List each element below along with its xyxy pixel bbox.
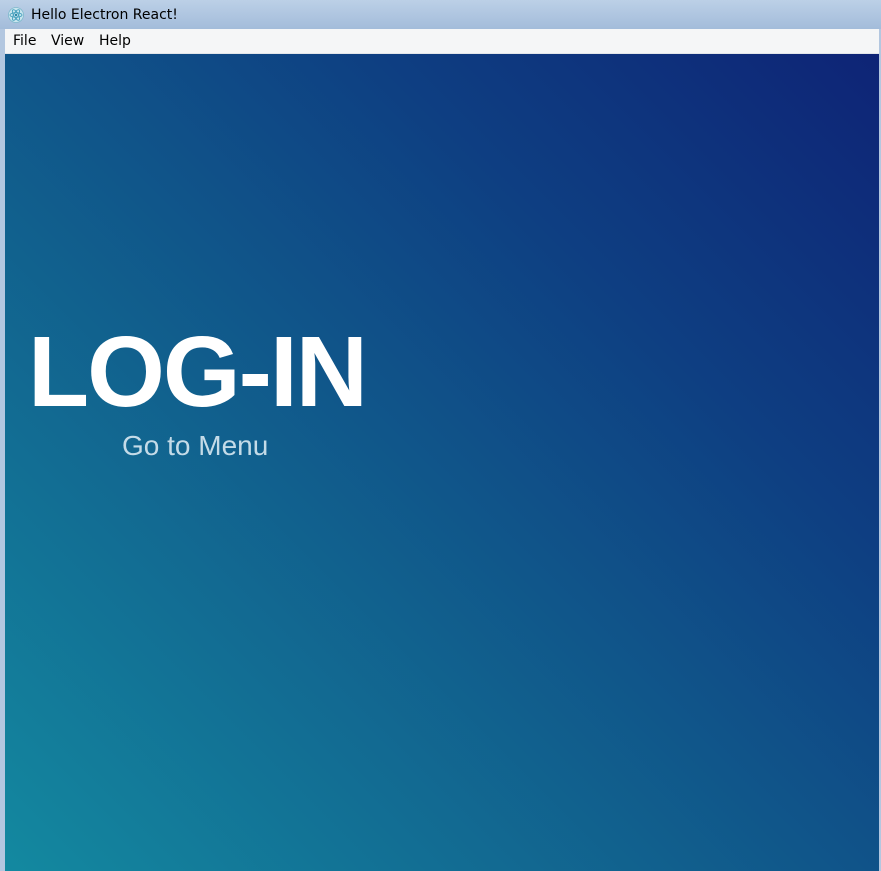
go-to-menu-link[interactable]: Go to Menu — [122, 429, 268, 463]
app-window: Hello Electron React! File View Help LOG… — [0, 0, 881, 871]
menu-bar: File View Help — [5, 29, 879, 54]
electron-atom-icon — [8, 7, 24, 23]
main-content: LOG-IN Go to Menu — [5, 54, 879, 871]
menu-item-file[interactable]: File — [12, 33, 37, 50]
window-title: Hello Electron React! — [31, 7, 178, 23]
menu-item-view[interactable]: View — [50, 33, 85, 50]
login-heading: LOG-IN — [28, 316, 368, 428]
title-bar[interactable]: Hello Electron React! — [0, 0, 881, 29]
menu-item-help[interactable]: Help — [98, 33, 132, 50]
